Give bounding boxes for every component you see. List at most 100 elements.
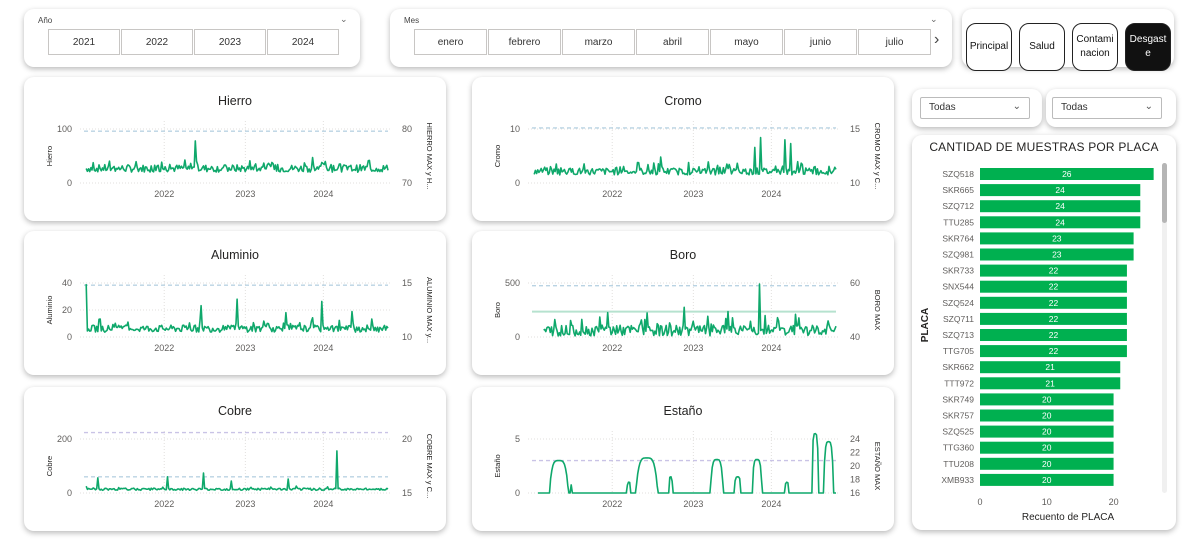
y-axis-title: Cobre — [45, 456, 54, 476]
chart-card-cromo: Cromo 10 0 15 10 Cromo CROMO MAX y C... 2022 20… — [472, 77, 894, 221]
x-tick-label: 2023 — [235, 343, 255, 353]
data-label: 22 — [1049, 282, 1059, 292]
y-axis-title: Hierro — [45, 146, 54, 166]
chart-title: Estaño — [663, 404, 703, 418]
scrollbar[interactable] — [1162, 163, 1167, 493]
y2-tick-label: 18 — [850, 475, 860, 485]
y2-axis-title: ESTAÑO MAX — [873, 442, 882, 491]
series-line — [85, 284, 389, 333]
month-tile-febrero[interactable]: febrero — [488, 29, 561, 55]
data-label: 22 — [1049, 314, 1059, 324]
month-tile-enero[interactable]: enero — [414, 29, 487, 55]
y2-tick-label: 80 — [402, 124, 412, 134]
data-label: 22 — [1049, 298, 1059, 308]
chart-title: Cobre — [217, 404, 253, 418]
y-tick-label: 0 — [515, 332, 520, 342]
y2-tick-label: 15 — [850, 124, 860, 134]
x-tick-label: 2024 — [313, 343, 333, 353]
chevron-down-icon[interactable]: ⌄ — [930, 14, 938, 25]
nav-button-desgaste[interactable]: Desgast e — [1125, 23, 1171, 71]
chevron-down-icon: ⌄ — [1012, 101, 1021, 112]
category-label: TTU285 — [943, 217, 974, 227]
category-label: SZQ518 — [942, 169, 974, 179]
nav-button-contaminacion[interactable]: Contami nacion — [1072, 23, 1118, 71]
x-tick-label: 2022 — [154, 189, 174, 199]
month-tile-julio[interactable]: julio — [858, 29, 931, 55]
x-tick-label: 2023 — [683, 189, 703, 199]
year-tile-2022[interactable]: 2022 — [121, 29, 193, 55]
year-tile-2024[interactable]: 2024 — [267, 29, 339, 55]
category-label: TTG705 — [943, 346, 974, 356]
data-label: 23 — [1052, 233, 1062, 243]
y-tick-label: 0 — [515, 488, 520, 498]
y2-axis-title: ALUMINIO MAX y... — [425, 277, 434, 343]
month-tile-abril[interactable]: abril — [636, 29, 709, 55]
y2-tick-label: 15 — [402, 278, 412, 288]
month-tile-marzo[interactable]: marzo — [562, 29, 635, 55]
y2-tick-label: 10 — [850, 178, 860, 188]
filter-left-value: Todas — [929, 102, 956, 113]
filter-right-dropdown[interactable]: Todas ⌄ — [1052, 97, 1162, 119]
series-line — [538, 432, 836, 494]
x-axis-title: Recuento de PLACA — [1022, 512, 1115, 523]
chart-card-cobre: Cobre 200 0 20 15 Cobre COBRE MAX y C... 2022 2… — [24, 387, 446, 531]
month-tile-junio[interactable]: junio — [784, 29, 857, 55]
y2-tick-label: 20 — [402, 434, 412, 444]
y-tick-label: 10 — [510, 124, 520, 134]
nav-button-salud[interactable]: Salud — [1019, 23, 1065, 71]
category-label: SNX544 — [942, 282, 974, 292]
category-label: SKR764 — [942, 233, 974, 243]
y-axis-title: Boro — [493, 302, 502, 318]
chevron-down-icon[interactable]: ⌄ — [340, 14, 348, 25]
data-label: 21 — [1045, 362, 1055, 372]
y-tick-label: 40 — [62, 278, 72, 288]
data-label: 24 — [1055, 185, 1065, 195]
category-label: SKR733 — [942, 266, 974, 276]
chevron-down-icon: ⌄ — [1144, 101, 1153, 112]
y2-axis-title: HIERRO MAX y H... — [425, 122, 434, 189]
x-tick-label: 2023 — [683, 499, 703, 509]
chart-card-estano: Estaño 5 0 24 22 20 18 16 Estaño ESTAÑO MAX 2022 2… — [472, 387, 894, 531]
nav-button-principal[interactable]: Principal — [966, 23, 1012, 71]
chart-title: Hierro — [217, 94, 253, 108]
y-tick-label: 0 — [67, 332, 72, 342]
data-label: 22 — [1049, 330, 1059, 340]
bar-chart-title: CANTIDAD DE MUESTRAS POR PLACA — [929, 140, 1159, 154]
category-label: SZQ524 — [942, 298, 974, 308]
series-line — [543, 283, 837, 337]
category-label: TTT972 — [944, 378, 974, 388]
filter-right-card: Todas ⌄ — [1046, 89, 1176, 127]
y-tick-label: 100 — [57, 124, 72, 134]
year-slicer: Año ⌄ 2021 2022 2023 2024 — [24, 9, 360, 67]
y-tick-label: 20 — [62, 305, 72, 315]
chart-card-boro: Boro 500 0 60 40 Boro BORO MAX 2022 2023 2024 — [472, 231, 894, 375]
y2-axis-title: COBRE MAX y C... — [425, 434, 434, 499]
series-line — [85, 140, 389, 173]
y2-tick-label: 16 — [850, 488, 860, 498]
year-tile-2021[interactable]: 2021 — [48, 29, 120, 55]
y-tick-label: 200 — [57, 434, 72, 444]
filter-right-value: Todas — [1061, 102, 1088, 113]
y-axis-title: PLACA — [920, 308, 931, 342]
chevron-right-icon[interactable]: › — [934, 31, 939, 49]
x-tick-label: 0 — [977, 497, 982, 507]
month-tile-mayo[interactable]: mayo — [710, 29, 783, 55]
data-label: 24 — [1055, 201, 1065, 211]
x-tick-label: 2023 — [235, 189, 255, 199]
chart-title: Boro — [669, 248, 697, 262]
y2-tick-label: 70 — [402, 178, 412, 188]
data-label: 20 — [1042, 411, 1052, 421]
category-label: SZQ711 — [943, 314, 974, 324]
y2-tick-label: 15 — [402, 488, 412, 498]
y-tick-label: 0 — [515, 178, 520, 188]
filter-left-dropdown[interactable]: Todas ⌄ — [920, 97, 1030, 119]
x-tick-label: 2022 — [602, 499, 622, 509]
placa-bar-chart: SZQ518 26 SKR665 24 SZQ712 24 TTU285 24 SKR764 23… — [920, 168, 1154, 523]
category-label: XMB933 — [941, 475, 974, 485]
year-tile-2023[interactable]: 2023 — [194, 29, 266, 55]
category-label: SKR665 — [942, 185, 974, 195]
chart-title: Cromo — [664, 94, 702, 108]
category-label: SKR662 — [942, 362, 974, 372]
x-tick-label: 2023 — [235, 499, 255, 509]
scrollbar-thumb[interactable] — [1162, 163, 1167, 223]
